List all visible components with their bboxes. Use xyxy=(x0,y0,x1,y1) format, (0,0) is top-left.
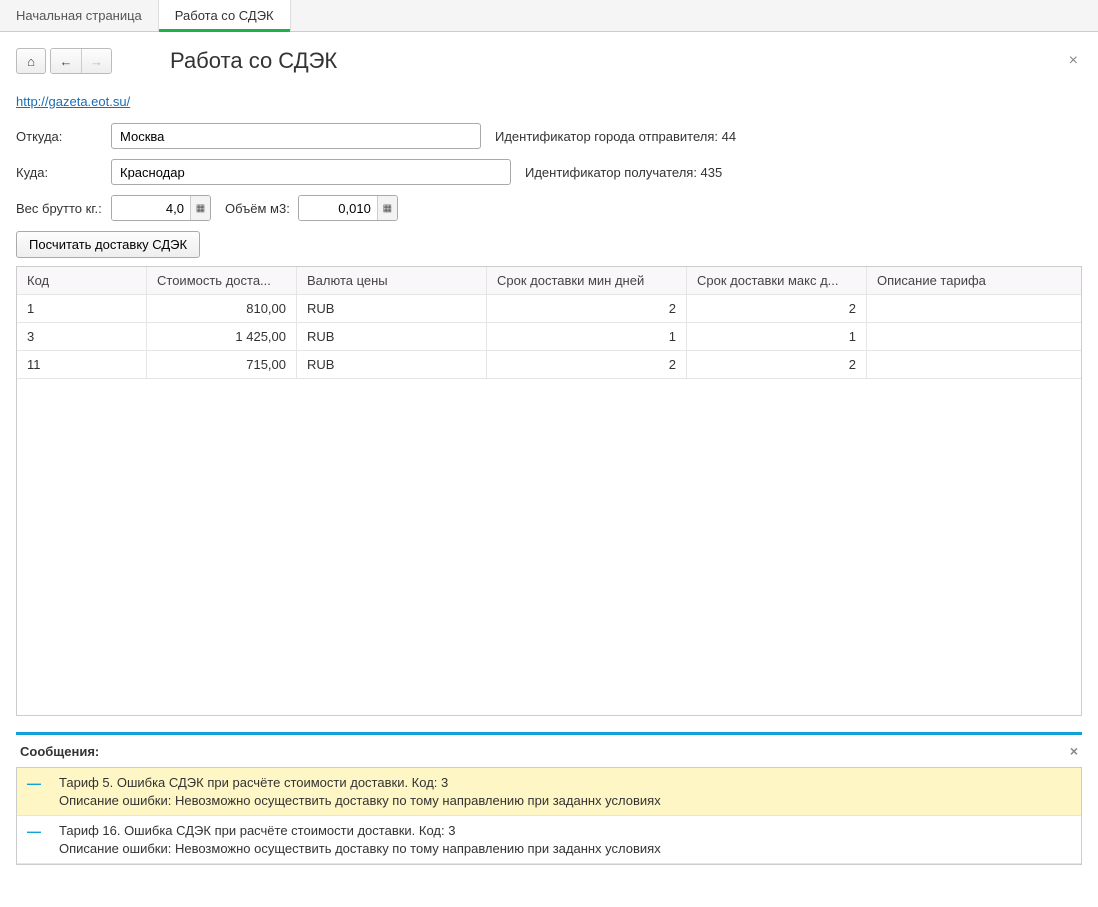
table-row[interactable]: 11715,00RUB22 xyxy=(17,351,1081,379)
back-button[interactable]: ← xyxy=(51,49,81,73)
col-desc[interactable]: Описание тарифа xyxy=(867,267,1081,294)
messages-list: — Тариф 5. Ошибка СДЭК при расчёте стоимо… xyxy=(16,767,1082,865)
main-content: ⌂ ← → Работа со СДЭК × http://gazeta.eot… xyxy=(0,32,1098,732)
volume-label: Объём м3: xyxy=(225,201,290,216)
weight-label: Вес брутто кг.: xyxy=(16,201,111,216)
row-weight-volume: Вес брутто кг.: ▦ Объём м3: ▦ xyxy=(16,195,1082,221)
page-title: Работа со СДЭК xyxy=(170,48,337,74)
cell-cost: 1 425,00 xyxy=(147,323,297,350)
cell-code: 11 xyxy=(17,351,147,378)
to-input[interactable] xyxy=(111,159,511,185)
calculator-icon: ▦ xyxy=(196,203,205,214)
cell-max: 2 xyxy=(687,351,867,378)
close-button[interactable]: × xyxy=(1065,48,1082,74)
row-to: Куда: Идентификатор получателя: 435 xyxy=(16,159,1082,185)
cell-min: 1 xyxy=(487,323,687,350)
tab-sdek[interactable]: Работа со СДЭК xyxy=(159,0,291,31)
home-icon: ⌂ xyxy=(27,54,35,69)
volume-stepper[interactable]: ▦ xyxy=(377,196,397,220)
cell-min: 2 xyxy=(487,295,687,322)
cell-currency: RUB xyxy=(297,295,487,322)
to-label: Куда: xyxy=(16,165,111,180)
volume-wrap: ▦ xyxy=(298,195,398,221)
table-row[interactable]: 31 425,00RUB11 xyxy=(17,323,1081,351)
dash-icon: — xyxy=(27,823,41,839)
close-icon: × xyxy=(1069,52,1078,69)
from-input[interactable] xyxy=(111,123,481,149)
from-id-text: Идентификатор города отправителя: 44 xyxy=(495,129,736,144)
col-currency[interactable]: Валюта цены xyxy=(297,267,487,294)
cell-desc xyxy=(867,295,1081,322)
messages-panel: Сообщения: × — Тариф 5. Ошибка СДЭК при р… xyxy=(16,732,1082,865)
cell-desc xyxy=(867,351,1081,378)
calculator-icon: ▦ xyxy=(383,203,392,214)
cell-currency: RUB xyxy=(297,323,487,350)
tab-home[interactable]: Начальная страница xyxy=(0,0,159,31)
cell-min: 2 xyxy=(487,351,687,378)
cell-max: 2 xyxy=(687,295,867,322)
weight-wrap: ▦ xyxy=(111,195,211,221)
message-item[interactable]: — Тариф 5. Ошибка СДЭК при расчёте стоимо… xyxy=(17,768,1081,816)
calculate-button[interactable]: Посчитать доставку СДЭК xyxy=(16,231,200,258)
row-from: Откуда: Идентификатор города отправителя… xyxy=(16,123,1082,149)
results-grid: Код Стоимость доста... Валюта цены Срок … xyxy=(16,266,1082,716)
messages-title-row: Сообщения: × xyxy=(16,735,1082,767)
volume-input[interactable] xyxy=(299,196,377,220)
cell-cost: 810,00 xyxy=(147,295,297,322)
cell-max: 1 xyxy=(687,323,867,350)
dash-icon: — xyxy=(27,775,41,791)
cell-code: 1 xyxy=(17,295,147,322)
tab-bar: Начальная страница Работа со СДЭК xyxy=(0,0,1098,32)
home-button[interactable]: ⌂ xyxy=(16,48,46,74)
table-row[interactable]: 1810,00RUB22 xyxy=(17,295,1081,323)
close-icon: × xyxy=(1070,743,1078,759)
message-item[interactable]: — Тариф 16. Ошибка СДЭК при расчёте стоим… xyxy=(17,816,1081,864)
cell-code: 3 xyxy=(17,323,147,350)
weight-input[interactable] xyxy=(112,196,190,220)
message-text: Тариф 16. Ошибка СДЭК при расчёте стоимо… xyxy=(59,822,1071,857)
cell-cost: 715,00 xyxy=(147,351,297,378)
arrow-right-icon: → xyxy=(90,54,103,69)
cell-currency: RUB xyxy=(297,351,487,378)
messages-title: Сообщения: xyxy=(20,744,99,759)
col-max[interactable]: Срок доставки макс д... xyxy=(687,267,867,294)
toolbar: ⌂ ← → Работа со СДЭК × xyxy=(16,48,1082,74)
forward-button: → xyxy=(81,49,111,73)
weight-stepper[interactable]: ▦ xyxy=(190,196,210,220)
grid-body: 1810,00RUB2231 425,00RUB1111715,00RUB22 xyxy=(17,295,1081,379)
message-text: Тариф 5. Ошибка СДЭК при расчёте стоимос… xyxy=(59,774,1071,809)
nav-group: ← → xyxy=(50,48,112,74)
grid-header: Код Стоимость доста... Валюта цены Срок … xyxy=(17,267,1081,295)
from-label: Откуда: xyxy=(16,129,111,144)
col-cost[interactable]: Стоимость доста... xyxy=(147,267,297,294)
col-code[interactable]: Код xyxy=(17,267,147,294)
external-link[interactable]: http://gazeta.eot.su/ xyxy=(16,94,130,109)
arrow-left-icon: ← xyxy=(60,54,73,69)
to-id-text: Идентификатор получателя: 435 xyxy=(525,165,722,180)
col-min[interactable]: Срок доставки мин дней xyxy=(487,267,687,294)
cell-desc xyxy=(867,323,1081,350)
messages-close[interactable]: × xyxy=(1070,743,1078,759)
